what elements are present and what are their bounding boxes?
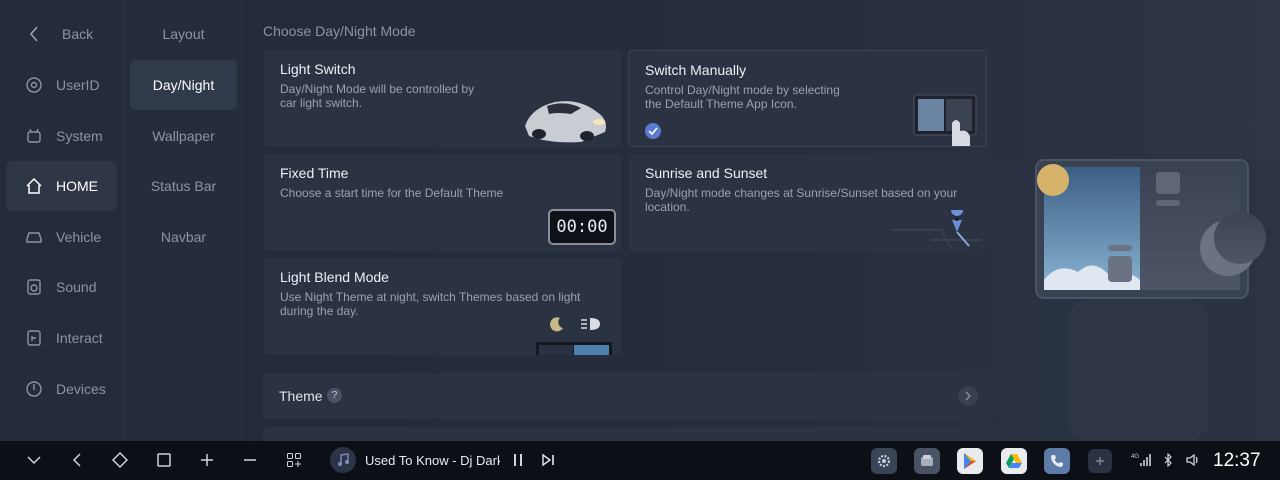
theme-row[interactable]: Theme ?: [263, 373, 994, 419]
sidebar-item-label: Sound: [56, 279, 97, 295]
sidebar-item-vehicle[interactable]: Vehicle: [6, 212, 117, 262]
phone-icon[interactable]: [1044, 448, 1070, 474]
moon-icon: [549, 316, 565, 337]
add-app-icon[interactable]: [1088, 449, 1112, 473]
check-icon: [645, 123, 661, 139]
tablet-hand-illustration: [913, 94, 977, 146]
collapse-down-icon[interactable]: [24, 450, 44, 470]
userid-icon: [24, 75, 44, 95]
card-title: Light Blend Mode: [280, 269, 389, 285]
tab-layout[interactable]: Layout: [130, 9, 237, 59]
sidebar-item-label: System: [56, 128, 103, 144]
sidebar-item-system[interactable]: System: [6, 111, 117, 161]
skip-next-icon[interactable]: [538, 450, 558, 470]
car-illustration: [525, 101, 606, 143]
system-icon: [24, 126, 44, 146]
media-title[interactable]: Used To Know - Dj Dark: [365, 453, 500, 468]
volume-icon[interactable]: [1183, 450, 1203, 470]
card-description: Use Night Theme at night, switch Themes …: [280, 290, 581, 318]
card-title: Fixed Time: [280, 165, 349, 181]
home-diamond-icon[interactable]: [110, 450, 130, 470]
sidebar-item-label: UserID: [56, 77, 100, 93]
primary-sidebar: Back UserID System HOME Vehicle Sound In…: [0, 0, 123, 441]
option-fixed-time[interactable]: Fixed Time Choose a start time for the D…: [264, 154, 621, 251]
tablet-preview-illustration: [998, 0, 1280, 441]
tab-day-night[interactable]: Day/Night: [130, 60, 237, 110]
sidebar-item-interact[interactable]: Interact: [6, 313, 117, 363]
back-label: Back: [62, 26, 94, 42]
clock-display: 00:00: [548, 209, 616, 245]
map-pin-illustration: [891, 210, 981, 249]
option-switch-manually[interactable]: Switch Manually Control Day/Night mode b…: [628, 50, 987, 147]
option-light-switch[interactable]: Light Switch Day/Night Mode will be cont…: [264, 50, 621, 147]
taskbar: Used To Know - Dj Dark 4G 12:37: [0, 441, 1280, 480]
sidebar-item-sound[interactable]: Sound: [6, 262, 117, 312]
vehicle-icon: [24, 227, 44, 247]
plus-icon[interactable]: [197, 450, 217, 470]
sidebar-item-label: Interact: [56, 330, 103, 346]
option-sunrise-sunset[interactable]: Sunrise and Sunset Day/Night mode change…: [629, 154, 987, 251]
car-app-icon[interactable]: [914, 448, 940, 474]
pause-icon[interactable]: [508, 450, 528, 470]
power-icon: [24, 379, 44, 399]
home-icon: [24, 176, 44, 196]
blend-preview-illustration: [536, 342, 612, 355]
tab-navbar[interactable]: Navbar: [130, 212, 237, 262]
sidebar-item-label: HOME: [56, 178, 98, 194]
headlight-icon: [580, 316, 602, 337]
tab-wallpaper[interactable]: Wallpaper: [130, 111, 237, 161]
next-row: [263, 427, 994, 441]
option-light-blend-mode[interactable]: Light Blend Mode Use Night Theme at nigh…: [264, 258, 621, 355]
status-clock: 12:37: [1213, 450, 1261, 471]
apps-grid-icon[interactable]: [284, 450, 304, 470]
card-description: Day/Night Mode will be controlled by car…: [280, 82, 475, 110]
secondary-sidebar: Layout Day/Night Wallpaper Status Bar Na…: [123, 0, 242, 441]
cell-signal-icon: 4G: [1130, 450, 1152, 470]
help-icon[interactable]: ?: [327, 388, 342, 403]
sidebar-item-userid[interactable]: UserID: [6, 60, 117, 110]
sidebar-item-label: Devices: [56, 381, 106, 397]
chevron-left-icon: [24, 24, 44, 44]
card-title: Light Switch: [280, 61, 356, 77]
section-title: Choose Day/Night Mode: [263, 23, 416, 39]
sidebar-item-label: Vehicle: [56, 229, 102, 245]
theme-label: Theme: [279, 388, 323, 404]
tab-status-bar[interactable]: Status Bar: [130, 161, 237, 211]
recents-icon[interactable]: [154, 450, 174, 470]
nav-back-icon[interactable]: [67, 450, 87, 470]
back-button[interactable]: Back: [6, 9, 117, 59]
screen: Back UserID System HOME Vehicle Sound In…: [0, 0, 1280, 480]
card-description: Control Day/Night mode by selecting the …: [645, 83, 840, 111]
chevron-right-icon[interactable]: [958, 386, 978, 406]
settings-app-icon[interactable]: [871, 448, 897, 474]
interact-icon: [24, 328, 44, 348]
card-description: Choose a start time for the Default Them…: [280, 186, 504, 200]
signal-label: 4G: [1131, 454, 1139, 460]
card-title: Switch Manually: [645, 62, 747, 78]
card-title: Sunrise and Sunset: [645, 165, 768, 181]
minus-icon[interactable]: [240, 450, 260, 470]
sidebar-item-home[interactable]: HOME: [6, 161, 117, 211]
drive-icon[interactable]: [1001, 448, 1027, 474]
speaker-icon: [24, 277, 44, 297]
play-store-icon[interactable]: [957, 448, 983, 474]
sidebar-item-devices[interactable]: Devices: [6, 364, 117, 414]
music-note-icon[interactable]: [330, 447, 356, 473]
bluetooth-icon[interactable]: [1158, 450, 1178, 470]
